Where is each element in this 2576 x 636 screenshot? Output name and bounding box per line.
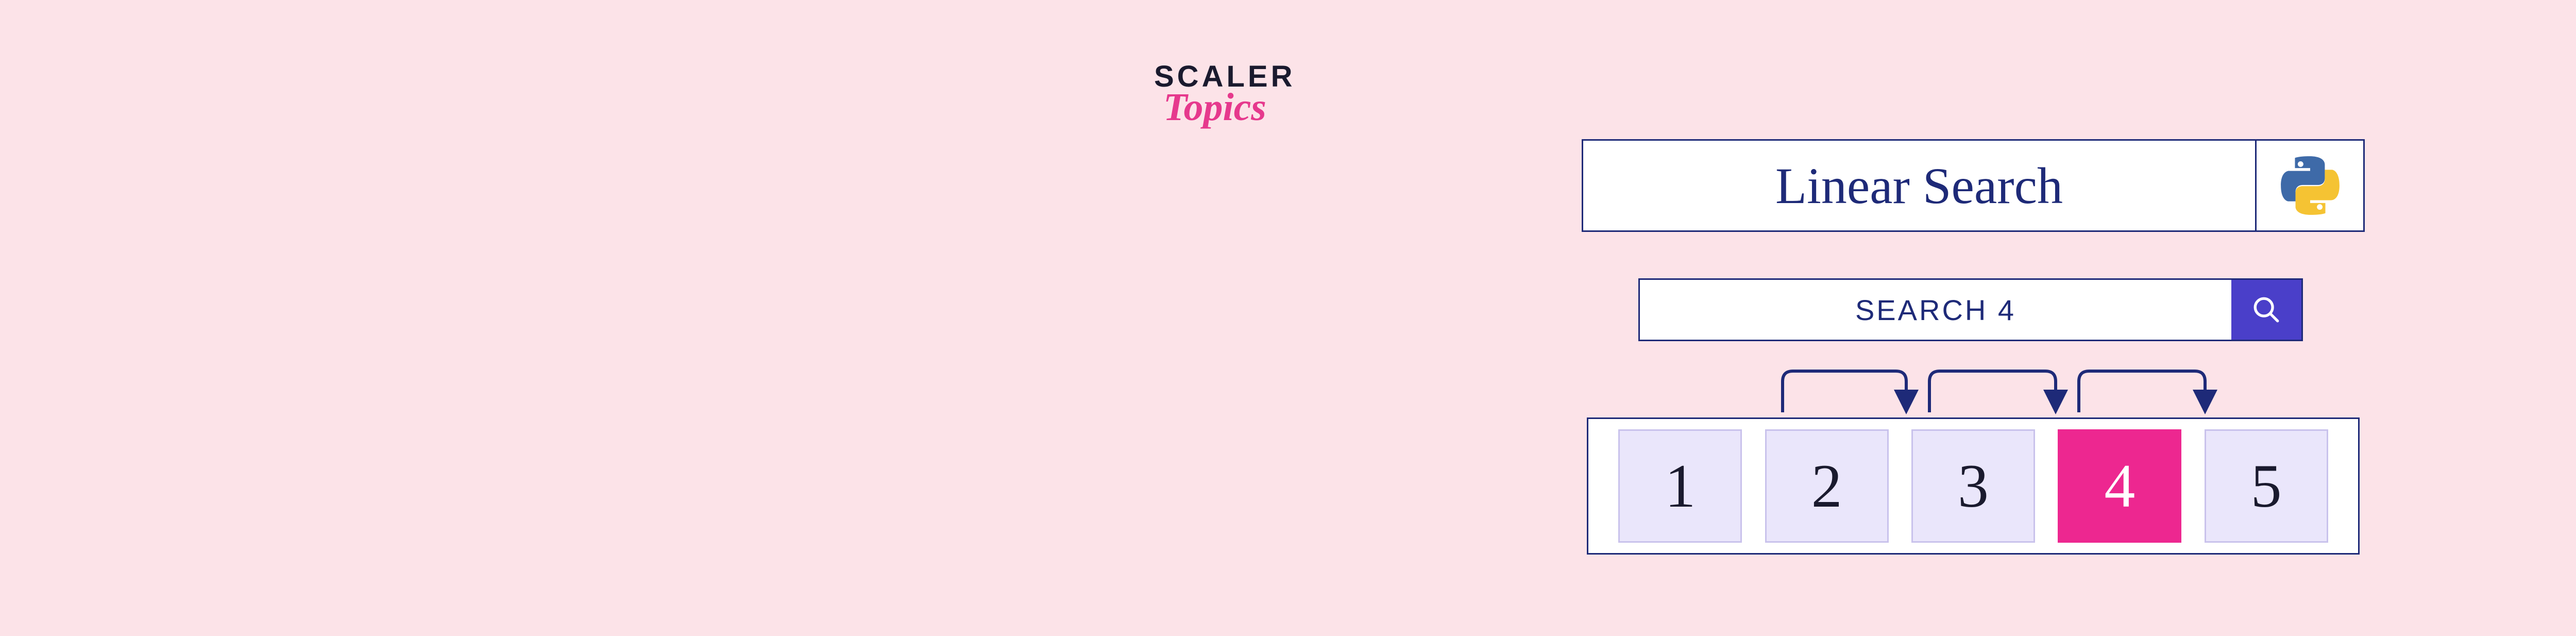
search-box: SEARCH 4 bbox=[1638, 278, 2303, 341]
traversal-arrows bbox=[1633, 361, 2313, 423]
array-cell-3: 4 bbox=[2058, 429, 2181, 543]
search-button[interactable] bbox=[2231, 280, 2301, 340]
array-cell-0: 1 bbox=[1618, 429, 1742, 543]
title-box: Linear Search bbox=[1582, 139, 2365, 232]
search-icon bbox=[2251, 295, 2281, 325]
array-cell-1: 2 bbox=[1765, 429, 1889, 543]
array-cell-4: 5 bbox=[2205, 429, 2328, 543]
search-label: SEARCH 4 bbox=[1640, 280, 2231, 340]
scaler-topics-logo: SCALER Topics bbox=[1154, 62, 1324, 127]
array-cell-2: 3 bbox=[1911, 429, 2035, 543]
array-container: 1 2 3 4 5 bbox=[1587, 417, 2360, 555]
python-icon bbox=[2255, 141, 2363, 230]
diagram-canvas: SCALER Topics Linear Search SEARCH 4 bbox=[0, 0, 2576, 636]
logo-line-2: Topics bbox=[1163, 88, 1324, 127]
title-text: Linear Search bbox=[1583, 141, 2255, 230]
